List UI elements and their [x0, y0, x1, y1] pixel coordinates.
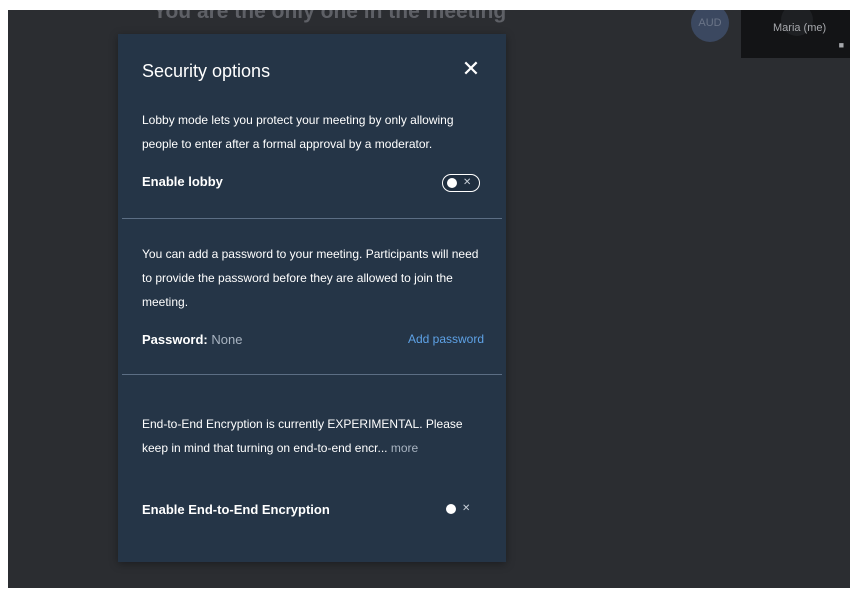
security-options-dialog: Security options ✕ Lobby mode lets you p… — [118, 34, 506, 562]
enable-lobby-toggle[interactable]: ✕ — [442, 174, 480, 192]
e2ee-description: End-to-End Encryption is currently EXPER… — [142, 412, 486, 460]
more-link[interactable]: more — [391, 441, 418, 455]
self-name-label: Maria (me) — [773, 22, 827, 34]
self-video-tile[interactable]: Maria (me) ■ — [741, 10, 850, 58]
toggle-off-icon: ✕ — [463, 177, 472, 188]
toggle-knob — [446, 504, 456, 514]
password-label: Password: — [142, 332, 208, 347]
enable-e2ee-toggle[interactable]: ✕ — [442, 501, 480, 519]
toggle-knob — [447, 178, 457, 188]
section-divider — [122, 218, 502, 219]
password-value: None — [211, 332, 243, 347]
meeting-status-message: You are the only one in the meeting — [153, 10, 507, 23]
enable-lobby-label: Enable lobby — [142, 174, 223, 189]
dialog-title: Security options — [142, 61, 271, 81]
add-password-link[interactable]: Add password — [408, 332, 484, 346]
password-description: You can add a password to your meeting. … — [142, 247, 479, 309]
camera-off-icon: ■ — [838, 40, 844, 50]
meeting-stage: You are the only one in the meeting AUD … — [8, 10, 850, 588]
section-divider — [122, 374, 502, 375]
close-icon: ✕ — [461, 56, 481, 81]
close-button[interactable]: ✕ — [460, 58, 482, 80]
enable-e2ee-label: Enable End-to-End Encryption — [142, 502, 330, 517]
password-row: Password: None — [142, 332, 242, 347]
participant-avatar[interactable]: AUD — [691, 10, 729, 42]
toggle-off-icon: ✕ — [462, 503, 471, 514]
lobby-description: Lobby mode lets you protect your meeting… — [142, 113, 454, 151]
